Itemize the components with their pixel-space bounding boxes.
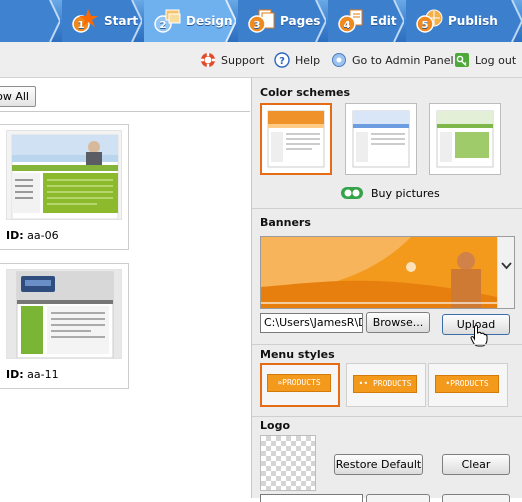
color-scheme-green[interactable]	[429, 103, 501, 175]
support-link[interactable]: Support	[200, 51, 264, 69]
wizard-bar: 1 Start 2 Design 3 Pages 4 Edit 5 Publis…	[0, 0, 522, 42]
browse-button[interactable]: Browse...	[366, 312, 430, 333]
logo-title: Logo	[260, 419, 290, 432]
template-card[interactable]: ID: aa-06	[0, 124, 129, 250]
admin-panel-link[interactable]: Go to Admin Panel	[331, 51, 454, 69]
top-toolbar: Support ? Help Go to Admin Panel Log out	[0, 42, 522, 78]
template-thumbnail	[6, 130, 122, 220]
banner-preview	[261, 237, 497, 308]
pages-icon: 3	[248, 9, 275, 33]
template-thumbnail	[6, 269, 122, 359]
wizard-leading-segment	[0, 0, 60, 42]
banner-file-input[interactable]: C:\Users\JamesR\D	[260, 313, 363, 333]
menu-style-3[interactable]: •PRODUCTS	[428, 363, 508, 407]
logo-section: Logo Restore Default Clear	[252, 416, 522, 502]
wizard-step-pages-label: Pages	[280, 14, 321, 28]
menu-styles-section: Menu styles »PRODUCTS •• PRODUCTS •PRODU…	[252, 344, 522, 414]
banners-title: Banners	[260, 216, 311, 229]
gallery-toolbar: ow All	[0, 78, 250, 112]
wizard-step-start-label: Start	[104, 14, 139, 28]
color-scheme-orange[interactable]	[260, 103, 332, 175]
publish-icon: 5	[416, 9, 443, 33]
help-link[interactable]: ? Help	[274, 51, 320, 69]
restore-default-button[interactable]: Restore Default	[334, 454, 423, 475]
wizard-step-publish[interactable]: 5 Publish	[406, 0, 522, 42]
logo-file-input[interactable]	[260, 494, 363, 502]
logout-link[interactable]: Log out	[454, 51, 516, 69]
wizard-step-publish-label: Publish	[448, 14, 498, 28]
template-id: ID: aa-11	[6, 368, 59, 381]
clear-button[interactable]: Clear	[442, 454, 510, 475]
help-icon: ?	[274, 52, 290, 68]
buy-pictures-link[interactable]: Buy pictures	[340, 185, 440, 201]
template-card[interactable]: ID: aa-11	[0, 263, 129, 389]
logo-preview	[260, 435, 316, 491]
banners-section: Banners C:\Users\JamesR\D Browse... Uplo…	[252, 208, 522, 347]
help-label: Help	[295, 53, 321, 67]
template-id: ID: aa-06	[6, 229, 59, 242]
logo-browse-button[interactable]	[366, 494, 430, 502]
color-scheme-blue[interactable]	[345, 103, 417, 175]
svg-text:2: 2	[160, 20, 167, 31]
color-schemes-section: Color schemes Buy pictures	[252, 78, 522, 206]
wizard-step-design[interactable]: 2 Design	[144, 0, 236, 42]
wizard-step-pages[interactable]: 3 Pages	[238, 0, 326, 42]
wizard-step-start[interactable]: 1 Start	[62, 0, 142, 42]
banner-dropdown-button[interactable]	[497, 237, 514, 308]
buy-pictures-icon	[341, 187, 363, 199]
template-gallery: ow All ID: aa-06	[0, 78, 250, 498]
svg-text:?: ?	[279, 56, 285, 67]
menu-style-2[interactable]: •• PRODUCTS	[346, 363, 426, 407]
design-icon: 2	[154, 9, 181, 33]
wizard-step-edit-label: Edit	[370, 14, 397, 28]
logo-upload-button[interactable]	[442, 494, 510, 502]
chevron-down-icon	[501, 262, 512, 270]
edit-icon: 4	[338, 9, 363, 33]
svg-text:3: 3	[254, 20, 261, 31]
svg-text:5: 5	[422, 20, 429, 31]
menu-styles-title: Menu styles	[260, 348, 335, 361]
logout-icon	[455, 53, 469, 67]
svg-text:4: 4	[344, 20, 351, 31]
wizard-step-design-label: Design	[186, 14, 233, 28]
admin-panel-icon	[332, 53, 346, 67]
banner-select[interactable]	[260, 236, 515, 309]
color-schemes-title: Color schemes	[260, 86, 351, 99]
logout-label: Log out	[475, 53, 517, 67]
start-icon: 1	[72, 9, 98, 33]
lifebuoy-icon	[201, 53, 215, 67]
show-all-button[interactable]: ow All	[0, 86, 36, 107]
admin-panel-label: Go to Admin Panel	[352, 53, 454, 67]
wizard-step-edit[interactable]: 4 Edit	[328, 0, 404, 42]
design-options-panel: Color schemes Buy pictures Banners C:\Us…	[251, 78, 522, 502]
menu-style-1[interactable]: »PRODUCTS	[260, 363, 340, 407]
support-label: Support	[221, 53, 265, 67]
